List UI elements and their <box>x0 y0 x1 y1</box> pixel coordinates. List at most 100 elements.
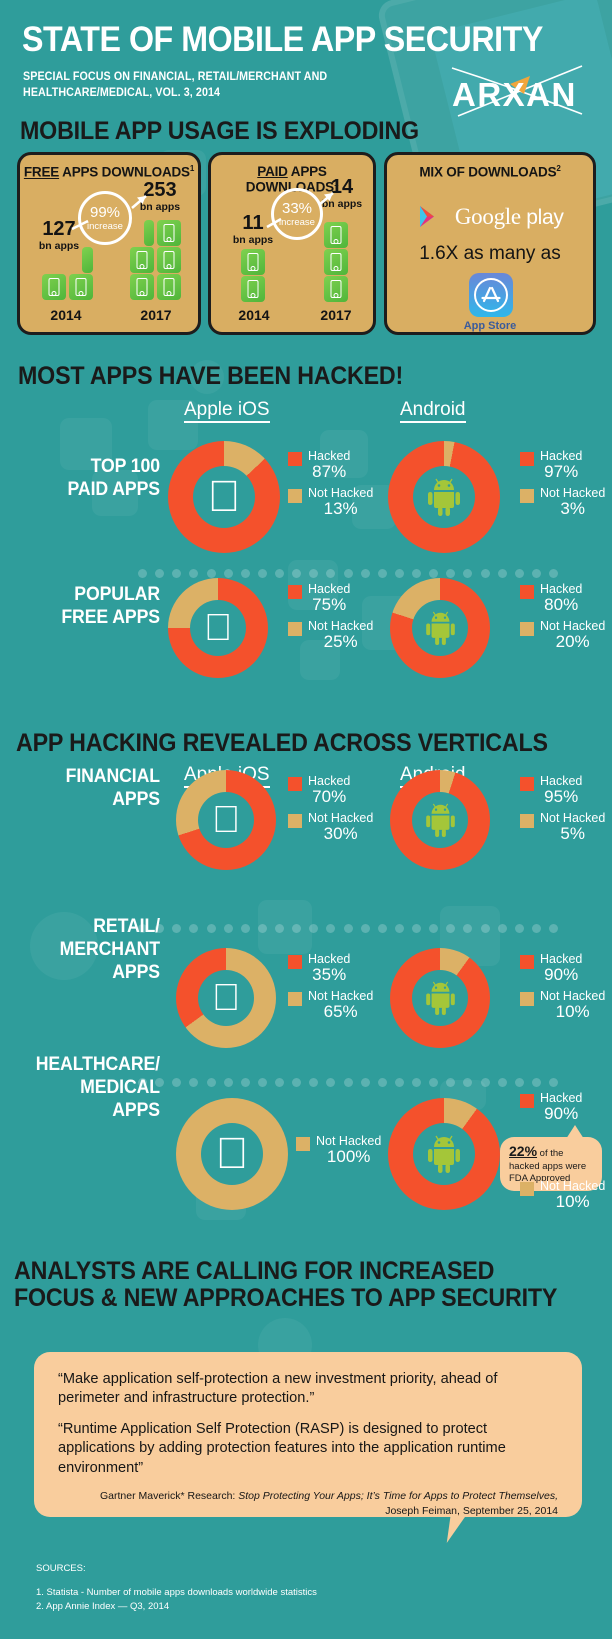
legend-item-hacked: Hacked 90% <box>520 953 605 983</box>
legend-item-not-hacked: Not Hacked 5% <box>520 812 605 842</box>
phone-icon <box>241 276 265 302</box>
legend-top100-android: Hacked 97% Not Hacked 3% <box>520 450 605 524</box>
donut-chart-popularfree-ios:  <box>168 578 268 678</box>
legend-item-not-hacked: Not Hacked 25% <box>288 620 373 650</box>
legend-text: Hacked 70% <box>308 775 350 805</box>
free-apps-from-unit: bn apps <box>38 240 80 252</box>
google-play-icon <box>420 206 435 227</box>
infographic-page: STATE OF MOBILE APP SECURITY SPECIAL FOC… <box>0 0 612 1639</box>
legend-value: 35% <box>312 964 347 984</box>
apple-logo-icon:  <box>212 979 241 1017</box>
legend-text: Hacked 95% <box>540 775 582 805</box>
legend-label: Hacked <box>308 774 351 788</box>
page-subtitle: SPECIAL FOCUS ON FINANCIAL, RETAIL/MERCH… <box>23 71 328 99</box>
arxan-logo: ARXAN <box>444 62 594 120</box>
page-title: STATE OF MOBILE APP SECURITY <box>22 20 543 59</box>
quote-panel: “Make application self-protection a new … <box>34 1352 582 1517</box>
legend-value: 20% <box>555 631 590 651</box>
section-heading-analysts: ANALYSTS ARE CALLING FOR INCREASED FOCUS… <box>14 1257 558 1312</box>
mix-box-title: MIX OF DOWNLOADS2 <box>387 164 593 180</box>
legend-label: Not Hacked <box>540 811 606 826</box>
apple-logo-icon:  <box>204 609 233 647</box>
legend-retail-android: Hacked 90% Not Hacked 10% <box>520 953 605 1027</box>
legend-healthcare-android-nothacked: Not Hacked 10% <box>520 1180 605 1217</box>
legend-label: Not Hacked <box>540 619 606 634</box>
legend-item-hacked: Hacked 80% <box>520 583 605 613</box>
phone-icon <box>324 249 348 275</box>
swatch-hacked-icon <box>520 955 534 969</box>
legend-text: Not Hacked 30% <box>308 812 373 842</box>
swatch-not-hacked-icon <box>520 489 534 504</box>
mix-of-downloads-box: MIX OF DOWNLOADS2 Google play 1.6X as ma… <box>384 152 596 335</box>
phone-icon <box>69 274 93 300</box>
legend-label: Hacked <box>540 582 583 596</box>
legend-text: Not Hacked 20% <box>540 620 605 650</box>
legend-item-hacked: Hacked 70% <box>288 775 373 805</box>
legend-label: Not Hacked <box>308 486 374 501</box>
paid-apps-increase-badge: 33% increase <box>271 188 323 240</box>
paid-apps-to-value: 14 <box>330 176 354 198</box>
legend-value: 90% <box>544 964 579 984</box>
swatch-not-hacked-icon <box>288 814 302 829</box>
free-apps-to-value-group: 253 bn apps <box>125 180 195 213</box>
legend-label: Hacked <box>540 449 583 463</box>
swatch-not-hacked-icon <box>288 489 302 504</box>
phone-icon <box>324 222 348 248</box>
legend-value: 100% <box>326 1146 371 1166</box>
paid-apps-increase-word: increase <box>279 216 315 228</box>
legend-value: 13% <box>323 498 358 518</box>
mix-footnote-marker: 2 <box>556 164 561 173</box>
legend-label: Not Hacked <box>308 619 374 634</box>
swatch-hacked-icon <box>520 452 534 466</box>
quote-citation: Gartner Maverick* Research: Stop Protect… <box>58 1489 558 1518</box>
phone-icon-partial <box>144 220 154 246</box>
legend-financial-android: Hacked 95% Not Hacked 5% <box>520 775 605 849</box>
legend-item-not-hacked: Not Hacked 10% <box>520 990 605 1020</box>
legend-item-not-hacked: Not Hacked 100% <box>296 1135 381 1165</box>
free-apps-year-to: 2017 <box>140 307 172 323</box>
legend-text: Not Hacked 10% <box>540 990 605 1020</box>
sources-heading: SOURCES: <box>36 1563 86 1574</box>
donut-chart-retail-android <box>390 948 490 1048</box>
phone-icon <box>42 274 66 300</box>
row-label-popular-free: POPULAR FREE APPS <box>61 584 160 629</box>
paid-apps-downloads-box: PAID APPS DOWNLOADS1 11 bn apps 14 bn ap… <box>208 152 376 335</box>
free-apps-increase-pct: 99% <box>89 203 121 221</box>
legend-label: Not Hacked <box>316 1134 382 1148</box>
legend-text: Hacked 80% <box>540 583 582 613</box>
divider-dots <box>138 1078 558 1087</box>
free-apps-to-value: 253 <box>143 179 177 201</box>
google-play-row: Google play <box>387 203 593 231</box>
play-word: play <box>526 206 564 229</box>
swatch-not-hacked-icon <box>288 622 302 637</box>
phone-icon <box>130 274 154 300</box>
free-apps-increase-word: increase <box>87 220 123 232</box>
callout-tail-icon <box>566 1125 584 1139</box>
donut-chart-healthcare-ios:  <box>176 1098 288 1210</box>
legend-label: Not Hacked <box>540 989 606 1004</box>
swatch-not-hacked-icon <box>520 992 534 1007</box>
legend-text: Hacked 90% <box>540 953 582 983</box>
citation-source: Gartner Maverick* Research: <box>99 1490 239 1503</box>
free-apps-to-unit: bn apps <box>139 201 181 213</box>
swatch-not-hacked-icon <box>520 622 534 637</box>
platform-label-ios-s2: Apple iOS <box>184 400 270 423</box>
legend-item-hacked: Hacked 90% <box>520 1092 582 1122</box>
android-logo-icon <box>428 1135 460 1173</box>
legend-text: Not Hacked 3% <box>540 487 605 517</box>
sources-list: 1. Statista - Number of mobile apps down… <box>36 1586 317 1614</box>
apple-logo-icon:  <box>212 801 241 839</box>
quote-text-2: “Runtime Application Self Protection (RA… <box>58 1420 506 1476</box>
legend-value: 5% <box>560 823 585 843</box>
divider-dots <box>138 569 558 578</box>
legend-financial-ios: Hacked 70% Not Hacked 30% <box>288 775 373 849</box>
android-logo-icon <box>425 981 455 1015</box>
free-apps-increase-badge: 99% increase <box>78 191 132 245</box>
legend-label: Not Hacked <box>540 1179 606 1193</box>
donut-chart-financial-ios:  <box>176 770 276 870</box>
legend-label: Hacked <box>540 1091 583 1105</box>
section-heading-usage: MOBILE APP USAGE IS EXPLODING <box>20 117 419 145</box>
donut-chart-financial-android <box>390 770 490 870</box>
swatch-not-hacked-icon <box>288 992 302 1007</box>
mix-title-text: MIX OF DOWNLOADS <box>419 164 557 180</box>
